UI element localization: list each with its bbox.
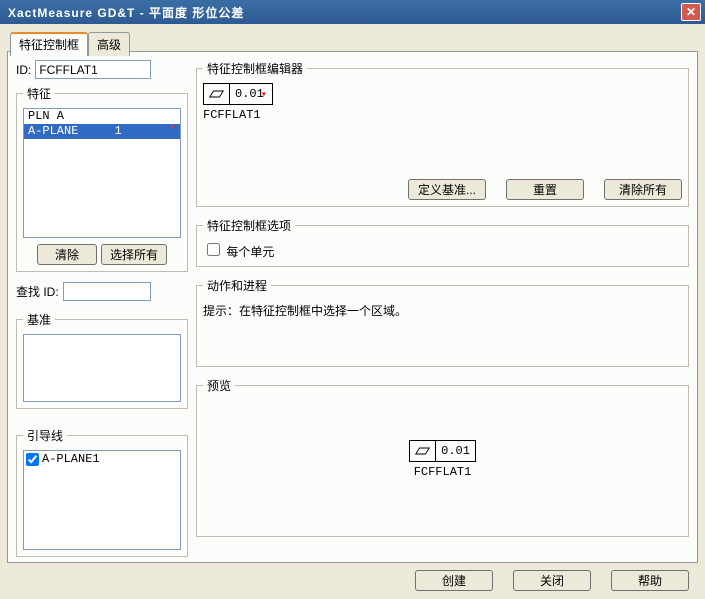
tab-strip: 特征控制框 高级 — [0, 24, 705, 56]
preview-fcf-frame: 0.01 — [409, 440, 476, 462]
list-item[interactable]: A-PLANE 1 — [24, 124, 180, 139]
clear-button[interactable]: 清除 — [37, 244, 97, 265]
leader-legend: 引导线 — [23, 427, 67, 444]
preview-tolerance-cell: 0.01 — [436, 441, 475, 461]
action-hint: 提示：在特征控制框中选择一个区域。 — [203, 302, 682, 319]
dialog-window: XactMeasure GD&T - 平面度 形位公差 ✕ 特征控制框 高级 I… — [0, 0, 705, 599]
fcf-options-group: 特征控制框选项 每个单元 — [196, 217, 689, 267]
flatness-icon — [410, 441, 436, 461]
fcf-editor-group: 特征控制框编辑器 0.01▾ FCFFLAT1 — [196, 60, 689, 207]
id-input[interactable] — [35, 60, 151, 79]
tab-fcf[interactable]: 特征控制框 — [10, 32, 88, 56]
features-legend: 特征 — [23, 85, 55, 102]
list-item[interactable]: A-PLANE 1 — [24, 451, 180, 467]
title-bar: XactMeasure GD&T - 平面度 形位公差 ✕ — [0, 0, 705, 24]
window-title: XactMeasure GD&T - 平面度 形位公差 — [4, 4, 681, 21]
fcf-options-legend: 特征控制框选项 — [203, 217, 295, 234]
dialog-buttons: 创建 关闭 帮助 — [415, 570, 689, 591]
features-listbox[interactable]: PLN A A-PLANE 1 — [23, 108, 181, 238]
preview-group: 预览 0.01 FCFFLAT1 — [196, 377, 689, 537]
fcf-tolerance-cell[interactable]: 0.01▾ — [230, 84, 272, 104]
select-all-button[interactable]: 选择所有 — [101, 244, 167, 265]
client-area: 特征控制框 高级 ID: 特征 PLN A A-PLANE 1 清除 — [0, 24, 705, 599]
tab-advanced[interactable]: 高级 — [88, 32, 130, 56]
fcf-id-label: FCFFLAT1 — [203, 108, 273, 122]
find-id-input[interactable] — [63, 282, 151, 301]
create-button[interactable]: 创建 — [415, 570, 493, 591]
find-id-label: 查找 ID: — [16, 283, 59, 300]
help-button[interactable]: 帮助 — [611, 570, 689, 591]
datum-legend: 基准 — [23, 311, 55, 328]
define-datums-button[interactable]: 定义基准... — [408, 179, 486, 200]
leader-listbox[interactable]: A-PLANE 1 — [23, 450, 181, 550]
per-unit-option[interactable]: 每个单元 — [203, 245, 274, 259]
action-legend: 动作和进程 — [203, 277, 271, 294]
action-group: 动作和进程 提示：在特征控制框中选择一个区域。 — [196, 277, 689, 367]
tab-panel: ID: 特征 PLN A A-PLANE 1 清除 选择所有 查找 I — [7, 51, 698, 563]
clear-all-button[interactable]: 清除所有 — [604, 179, 682, 200]
reset-button[interactable]: 重置 — [506, 179, 584, 200]
close-icon[interactable]: ✕ — [681, 3, 701, 21]
preview-legend: 预览 — [203, 377, 235, 394]
flatness-icon — [204, 84, 230, 104]
datum-group: 基准 — [16, 311, 188, 409]
id-label: ID: — [16, 63, 31, 77]
left-column: ID: 特征 PLN A A-PLANE 1 清除 选择所有 查找 I — [16, 60, 188, 554]
leader-group: 引导线 A-PLANE 1 — [16, 427, 188, 557]
right-column: 特征控制框编辑器 0.01▾ FCFFLAT1 — [196, 60, 689, 554]
close-button[interactable]: 关闭 — [513, 570, 591, 591]
datum-listbox[interactable] — [23, 334, 181, 402]
fcf-frame[interactable]: 0.01▾ — [203, 83, 273, 105]
features-group: 特征 PLN A A-PLANE 1 清除 选择所有 — [16, 85, 188, 272]
fcf-editor-legend: 特征控制框编辑器 — [203, 60, 307, 77]
list-item[interactable]: PLN A — [24, 109, 180, 124]
leader-checkbox[interactable] — [26, 453, 39, 466]
preview-area: 0.01 FCFFLAT1 — [203, 400, 682, 499]
preview-id-label: FCFFLAT1 — [409, 465, 476, 479]
per-unit-checkbox[interactable] — [207, 243, 220, 256]
